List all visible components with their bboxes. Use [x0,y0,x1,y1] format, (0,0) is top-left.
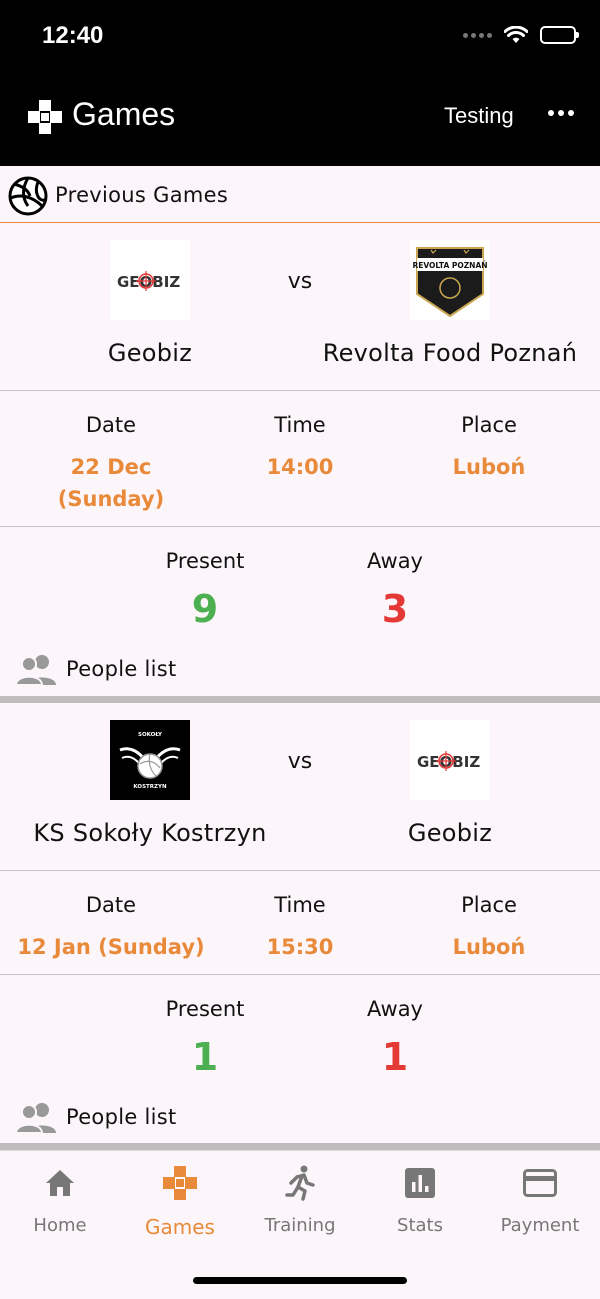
place-column: Place Luboń [389,391,589,483]
tab-label: Home [33,1215,87,1236]
people-list-label: People list [66,1105,177,1129]
team-name: Revolta Food Poznań [322,339,578,367]
time-column: Time 15:30 [200,871,400,963]
away-column: Away 3 [295,527,495,631]
place-value: Luboń [452,455,526,479]
teams-row: SOKOŁY KOSTRZYN KS Sokoły Kostrzyn vs GE… [0,703,600,871]
game-info-row: Date 12 Jan (Sunday) Time 15:30 Place Lu… [0,871,600,975]
team-name: KS Sokoły Kostrzyn [33,819,267,847]
away-team: GEOBIZ Geobiz [300,703,600,871]
time-label: Time [274,893,326,917]
status-bar: 12:40 [0,0,600,74]
home-indicator [193,1277,407,1284]
testing-button[interactable]: Testing [444,103,514,129]
running-icon [285,1165,315,1201]
attendance-row: Present 1 Away 1 [0,975,600,1095]
place-value: Luboń [452,935,526,959]
game-card[interactable]: SOKOŁY KOSTRZYN KS Sokoły Kostrzyn vs GE… [0,703,600,1143]
time-label: Time [274,413,326,437]
tab-home[interactable]: Home [0,1165,120,1236]
away-count: 1 [381,1035,409,1079]
app-bar: Games Testing [0,74,600,166]
present-column: Present 9 [105,527,305,631]
tab-label: Stats [397,1215,443,1236]
team-logo: REVOLTA POZNAŃ [410,240,490,320]
svg-text:KOSTRZYN: KOSTRZYN [133,784,167,790]
place-column: Place Luboń [389,871,589,963]
time-column: Time 14:00 [200,391,400,483]
present-count: 9 [191,587,219,631]
signal-icon [463,32,492,38]
home-team: GEOBIZ Geobiz [0,223,300,391]
tab-label: Training [264,1215,336,1236]
away-label: Away [367,997,423,1021]
home-team: SOKOŁY KOSTRZYN KS Sokoły Kostrzyn [0,703,300,871]
time-value: 15:30 [266,935,334,959]
team-name: Geobiz [407,819,493,847]
away-label: Away [367,549,423,573]
people-list-label: People list [66,657,177,681]
date-column: Date 12 Jan (Sunday) [11,871,211,963]
away-team: REVOLTA POZNAŃ Revolta Food Poznań [300,223,600,391]
people-list-button[interactable]: People list [16,1101,177,1133]
present-column: Present 1 [105,975,305,1079]
date-value: 22 Dec (Sunday) [57,455,165,511]
wifi-icon [504,26,528,43]
away-column: Away 1 [295,975,495,1079]
attendance-row: Present 9 Away 3 [0,527,600,647]
game-separator [0,696,600,703]
game-separator [0,1143,600,1150]
tab-stats[interactable]: Stats [360,1165,480,1236]
card-icon [523,1169,557,1197]
page-title: Games [72,96,176,132]
teams-row: GEOBIZ Geobiz vs REVOLTA POZNAŃ Revolta [0,223,600,391]
svg-text:GEOBIZ: GEOBIZ [417,753,480,771]
time-value: 14:00 [266,455,334,479]
svg-text:GEOBIZ: GEOBIZ [117,273,180,291]
tab-label: Games [145,1215,215,1239]
battery-icon [540,26,579,44]
people-icon [16,655,56,685]
revolta-logo: REVOLTA POZNAŃ [412,247,488,318]
sokoly-logo: SOKOŁY KOSTRZYN [119,732,181,790]
svg-text:SOKOŁY: SOKOŁY [138,732,163,738]
date-value: 12 Jan (Sunday) [17,935,205,959]
section-header: Previous Games [0,166,600,223]
team-name: Geobiz [107,339,193,367]
team-logo: GEOBIZ [110,240,190,320]
team-logo: GEOBIZ [410,720,490,800]
place-label: Place [461,893,517,917]
tab-payment[interactable]: Payment [480,1165,600,1236]
date-label: Date [85,413,137,437]
date-label: Date [85,893,137,917]
geobiz-logo: GEOBIZ [117,271,180,291]
people-icon [16,1103,56,1133]
stats-icon [405,1168,435,1198]
tab-label: Payment [500,1215,580,1236]
gamepad-icon [163,1166,197,1200]
volleyball-icon [8,176,48,216]
away-count: 3 [381,587,409,631]
game-card[interactable]: GEOBIZ Geobiz vs REVOLTA POZNAŃ Revolta [0,223,600,695]
more-icon[interactable] [548,110,574,116]
geobiz-logo: GEOBIZ [417,751,480,771]
team-logo: SOKOŁY KOSTRZYN [110,720,190,800]
svg-text:REVOLTA POZNAŃ: REVOLTA POZNAŃ [412,261,487,270]
status-time: 12:40 [42,22,104,49]
present-label: Present [165,997,245,1021]
tab-training[interactable]: Training [240,1165,360,1236]
game-info-row: Date 22 Dec (Sunday) Time 14:00 Place Lu… [0,391,600,527]
date-column: Date 22 Dec (Sunday) [11,391,211,515]
place-label: Place [461,413,517,437]
home-icon [46,1170,74,1196]
tab-games[interactable]: Games [120,1165,240,1239]
present-label: Present [165,549,245,573]
people-list-button[interactable]: People list [16,653,177,685]
present-count: 1 [191,1035,219,1079]
section-title: Previous Games [55,183,229,207]
gamepad-icon [28,100,62,134]
